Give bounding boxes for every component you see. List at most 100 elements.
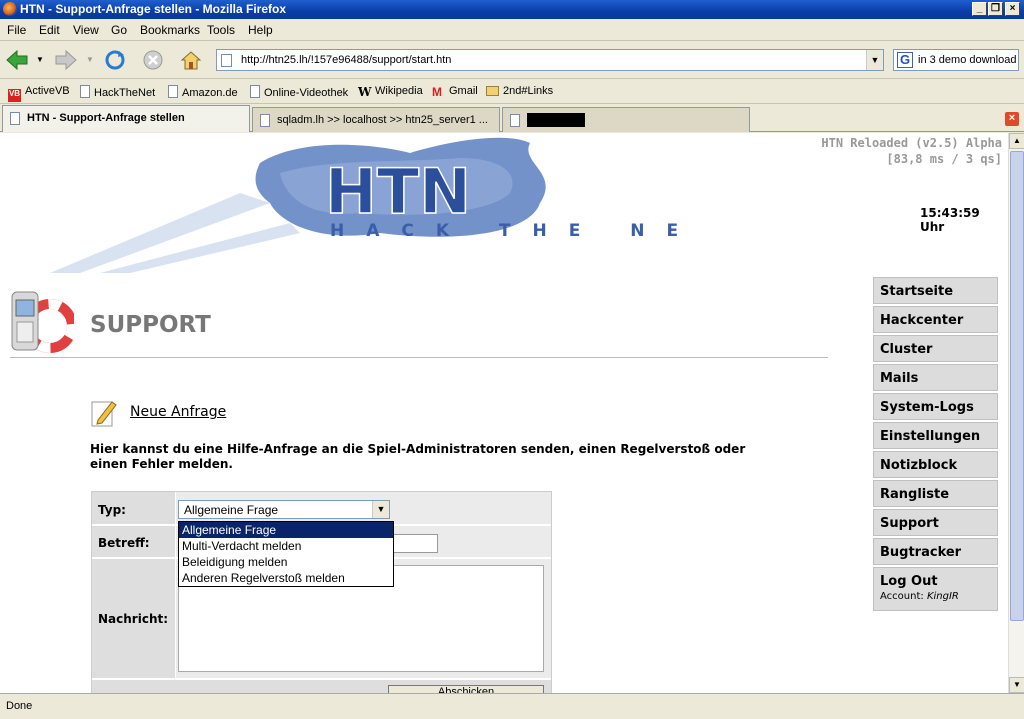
menu-edit[interactable]: Edit [39, 23, 60, 37]
vertical-scrollbar[interactable]: ▲ ▼ [1008, 133, 1024, 693]
nav-einstellungen[interactable]: Einstellungen [873, 422, 998, 449]
divider [10, 357, 828, 358]
account-info: Account: KingIR [880, 591, 959, 602]
page-icon [260, 114, 270, 127]
server-clock: 15:43:59 Uhr [920, 206, 980, 234]
support-phone-icon [11, 291, 74, 353]
typ-option[interactable]: Beleidigung melden [179, 554, 393, 570]
url-bar[interactable]: http://htn25.lh/!157e96488/support/start… [216, 49, 884, 71]
timing-text: [83,8 ms / 3 qs] [886, 152, 1002, 166]
page-content: HTN HACK THE NET HTN Reloaded (v2.5) Alp… [0, 133, 1008, 693]
search-text: in 3 demo download [918, 54, 1017, 66]
reload-icon[interactable] [103, 49, 127, 71]
typ-option[interactable]: Allgemeine Frage [179, 522, 393, 538]
scroll-thumb[interactable] [1010, 151, 1024, 621]
menu-bookmarks[interactable]: Bookmarks [140, 23, 200, 37]
nav-rangliste[interactable]: Rangliste [873, 480, 998, 507]
typ-option[interactable]: Anderen Regelverstoß melden [179, 570, 393, 586]
account-name: KingIR [926, 591, 959, 602]
window-title: HTN - Support-Anfrage stellen - Mozilla … [20, 2, 287, 16]
page-icon [80, 85, 90, 98]
menu-tools[interactable]: Tools [207, 23, 235, 37]
activevb-icon: VB [8, 89, 21, 102]
redacted-title [527, 113, 585, 127]
bookmark-wikipedia[interactable]: W Wikipedia [358, 85, 423, 99]
betreff-label: Betreff: [98, 536, 150, 550]
status-bar: Done [0, 693, 1024, 719]
wikipedia-icon: W [358, 85, 372, 99]
typ-option[interactable]: Multi-Verdacht melden [179, 538, 393, 554]
nav-system-logs[interactable]: System-Logs [873, 393, 998, 420]
navigation-toolbar: ▼ ▼ http://htn25.lh/!157e96488/support/s… [0, 41, 1024, 79]
nav-logout[interactable]: Log Out Account: KingIR [873, 567, 998, 611]
bookmark-gmail[interactable]: M Gmail [432, 85, 478, 99]
bookmark-activevb[interactable]: VB ActiveVB [8, 85, 70, 102]
page-icon [510, 114, 520, 127]
typ-selected-value: Allgemeine Frage [184, 503, 279, 517]
home-icon[interactable] [179, 49, 203, 71]
url-dropdown-icon[interactable]: ▼ [866, 50, 883, 70]
maximize-button[interactable]: ❐ [988, 2, 1003, 16]
status-text: Done [6, 700, 33, 712]
window-titlebar: HTN - Support-Anfrage stellen - Mozilla … [0, 0, 1024, 19]
tab-support[interactable]: HTN - Support-Anfrage stellen [2, 105, 250, 132]
back-dropdown-icon[interactable]: ▼ [36, 55, 44, 64]
new-request-link[interactable]: Neue Anfrage [130, 404, 226, 420]
intro-text: Hier kannst du eine Hilfe-Anfrage an die… [90, 442, 746, 471]
google-icon[interactable]: G [897, 52, 913, 68]
typ-select[interactable]: Allgemeine Frage ▼ [178, 500, 390, 519]
bookmarks-toolbar: VB ActiveVB HackTheNet Amazon.de Online-V… [0, 80, 1024, 104]
forward-icon[interactable] [54, 49, 78, 71]
nav-cluster[interactable]: Cluster [873, 335, 998, 362]
menu-go[interactable]: Go [111, 23, 127, 37]
firefox-icon [3, 2, 17, 16]
nav-bugtracker[interactable]: Bugtracker [873, 538, 998, 565]
nachricht-label: Nachricht: [98, 612, 169, 626]
menu-help[interactable]: Help [248, 23, 273, 37]
minimize-button[interactable]: _ [972, 2, 987, 16]
url-text: http://htn25.lh/!157e96488/support/start… [241, 54, 452, 66]
tab-redacted[interactable] [502, 107, 750, 132]
bookmark-2ndlinks[interactable]: 2nd#Links [486, 85, 553, 97]
version-info: HTN Reloaded (v2.5) Alpha [83,8 ms / 3 q… [821, 135, 1002, 167]
htn-logo: HTN HACK THE NET [50, 137, 700, 273]
bookmark-hackthenet[interactable]: HackTheNet [80, 85, 155, 99]
tab-sqladm[interactable]: sqladm.lh >> localhost >> htn25_server1 … [252, 107, 500, 132]
search-box[interactable]: G in 3 demo download [893, 49, 1019, 71]
typ-dropdown-list: Allgemeine Frage Multi-Verdacht melden B… [178, 521, 394, 587]
back-icon[interactable] [5, 49, 29, 71]
menu-file[interactable]: File [7, 23, 26, 37]
tab-bar: HTN - Support-Anfrage stellen sqladm.lh … [0, 105, 1024, 132]
scroll-up-icon[interactable]: ▲ [1009, 133, 1024, 149]
scroll-down-icon[interactable]: ▼ [1009, 677, 1024, 693]
menu-view[interactable]: View [73, 23, 99, 37]
stop-icon[interactable] [141, 49, 165, 71]
submit-button[interactable]: Abschicken [388, 685, 544, 693]
page-title: SUPPORT [90, 312, 211, 338]
nav-notizblock[interactable]: Notizblock [873, 451, 998, 478]
close-tab-button[interactable]: × [1005, 112, 1019, 126]
version-text: HTN Reloaded (v2.5) Alpha [821, 136, 1002, 150]
bookmark-amazon[interactable]: Amazon.de [168, 85, 238, 99]
logout-label: Log Out [880, 574, 938, 589]
logo-text: HTN [325, 155, 471, 228]
menu-bar: File Edit View Go Bookmarks Tools Help [0, 19, 1024, 41]
page-icon [250, 85, 260, 98]
nav-mails[interactable]: Mails [873, 364, 998, 391]
page-icon [10, 112, 20, 125]
typ-label: Typ: [98, 503, 126, 517]
close-window-button[interactable]: × [1005, 2, 1020, 16]
page-icon [221, 54, 232, 67]
chevron-down-icon[interactable]: ▼ [372, 501, 389, 518]
nav-hackcenter[interactable]: Hackcenter [873, 306, 998, 333]
folder-icon [486, 86, 499, 96]
nav-support[interactable]: Support [873, 509, 998, 536]
notepad-pencil-icon [91, 401, 117, 427]
logo-subtitle: HACK THE NET [330, 221, 700, 241]
nav-startseite[interactable]: Startseite [873, 277, 998, 304]
betreff-input[interactable] [392, 534, 438, 553]
forward-dropdown-icon: ▼ [86, 55, 94, 64]
gmail-icon: M [432, 85, 442, 99]
bookmark-videothek[interactable]: Online-Videothek [250, 85, 348, 99]
page-icon [168, 85, 178, 98]
